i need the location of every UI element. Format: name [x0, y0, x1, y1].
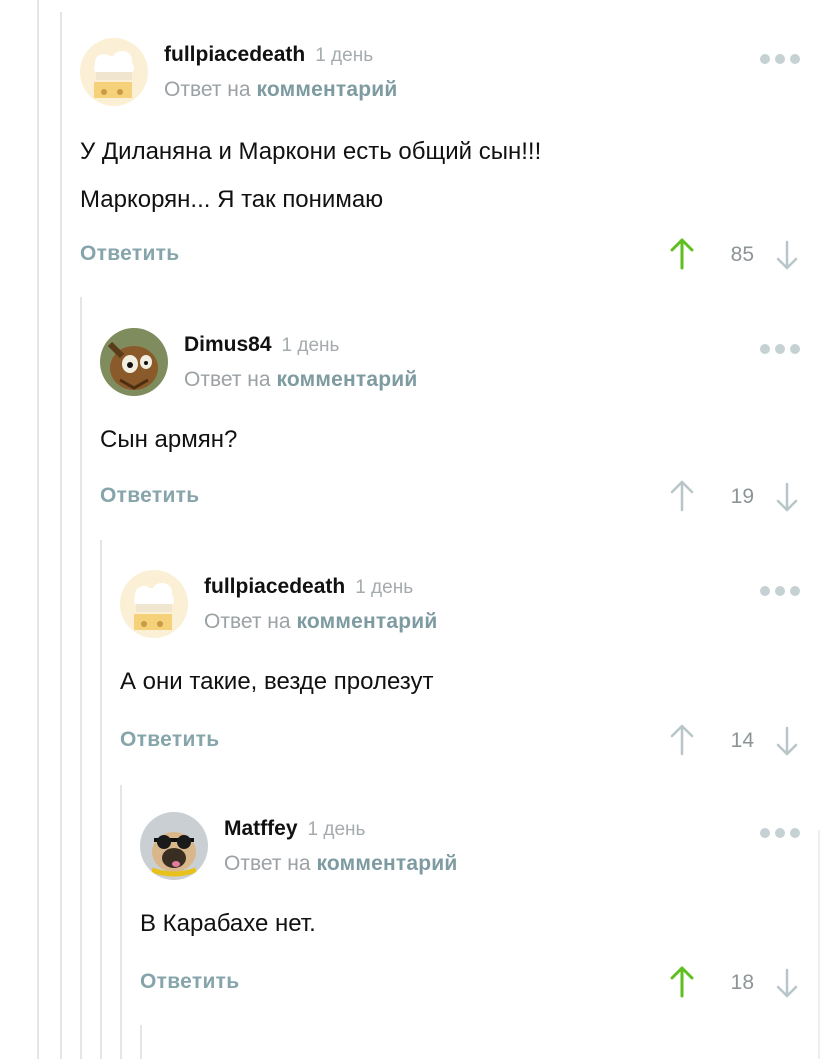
comment-time: 1 день	[281, 335, 340, 356]
more-options-icon[interactable]	[760, 54, 800, 64]
thread-line	[140, 1025, 142, 1059]
avatar[interactable]	[120, 570, 188, 638]
thread-line	[37, 0, 39, 1059]
comment-actions: Ответить 85	[80, 236, 800, 276]
reply-button[interactable]: Ответить	[140, 970, 239, 994]
thread-line	[60, 12, 62, 1059]
reply-button[interactable]: Ответить	[80, 242, 179, 266]
comment-text: Сын армян?	[100, 426, 238, 453]
comment-actions: Ответить 18	[140, 964, 800, 1004]
upvote-arrow-icon[interactable]	[668, 480, 696, 512]
reply-to: Ответ на комментарий	[224, 852, 458, 875]
reply-to: Ответ на комментарий	[184, 368, 418, 391]
downvote-arrow-icon[interactable]	[774, 240, 800, 270]
chef-hat-icon	[80, 38, 148, 106]
pug-photo-icon	[140, 812, 208, 880]
comment-time: 1 день	[307, 819, 366, 840]
more-options-icon[interactable]	[760, 828, 800, 838]
comment-actions: Ответить 19	[100, 478, 800, 518]
author-name[interactable]: Dimus84 1 день	[184, 333, 339, 357]
upvote-arrow-icon[interactable]	[668, 724, 696, 756]
author-name[interactable]: fullpiacedeath 1 день	[204, 575, 413, 599]
rating-count: 18	[730, 971, 754, 994]
comment: Dimus84 1 день Ответ на комментарий Сын а…	[100, 328, 800, 528]
author-name[interactable]: fullpiacedeath 1 день	[164, 43, 373, 67]
scrollbar[interactable]	[818, 830, 820, 1059]
comment-time: 1 день	[315, 45, 374, 66]
reply-button[interactable]: Ответить	[120, 728, 219, 752]
comment-text: У Диланяна и Маркони есть общий сын!!! М…	[80, 138, 542, 213]
more-options-icon[interactable]	[760, 586, 800, 596]
downvote-arrow-icon[interactable]	[774, 968, 800, 998]
thread-line	[100, 540, 102, 1059]
upvote-arrow-icon[interactable]	[668, 966, 696, 998]
author-name[interactable]: Matffey 1 день	[224, 817, 365, 841]
comment-text: А они такие, везде пролезут	[120, 668, 434, 695]
comment: fullpiacedeath 1 день Ответ на комментари…	[120, 570, 800, 770]
comment-actions: Ответить 14	[120, 722, 800, 762]
reply-to-link[interactable]: комментарий	[276, 368, 417, 391]
reply-to: Ответ на комментарий	[204, 610, 438, 633]
rating-count: 14	[730, 729, 754, 752]
comment: fullpiacedeath 1 день Ответ на комментари…	[80, 38, 800, 278]
comment: Matffey 1 день Ответ на комментарий В Кар…	[140, 812, 800, 1012]
chef-hat-icon	[120, 570, 188, 638]
reply-to: Ответ на комментарий	[164, 78, 398, 101]
comment-time: 1 день	[355, 577, 414, 598]
upvote-arrow-icon[interactable]	[668, 238, 696, 270]
more-options-icon[interactable]	[760, 344, 800, 354]
thread-line	[80, 297, 82, 1059]
comment-text: В Карабахе нет.	[140, 910, 316, 937]
reply-to-link[interactable]: комментарий	[256, 78, 397, 101]
downvote-arrow-icon[interactable]	[774, 482, 800, 512]
avatar[interactable]	[140, 812, 208, 880]
avatar[interactable]	[80, 38, 148, 106]
rating-count: 19	[730, 485, 754, 508]
reply-button[interactable]: Ответить	[100, 484, 199, 508]
rating-count: 85	[730, 243, 754, 266]
avatar[interactable]	[100, 328, 168, 396]
reply-to-link[interactable]: комментарий	[296, 610, 437, 633]
reply-to-link[interactable]: комментарий	[316, 852, 457, 875]
squirrel-photo-icon	[100, 328, 168, 396]
thread-line	[120, 785, 122, 1059]
downvote-arrow-icon[interactable]	[774, 726, 800, 756]
